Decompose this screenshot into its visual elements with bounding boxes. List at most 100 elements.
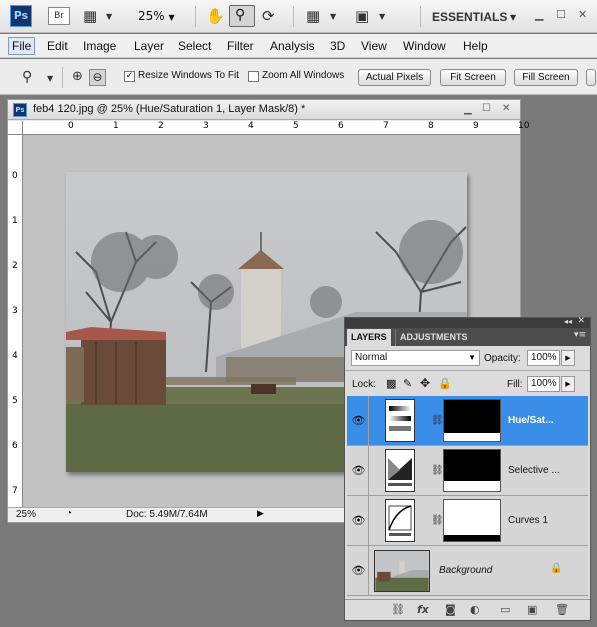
ruler-tick-label: 9 [473,121,479,131]
layer-row-background[interactable]: 👁 Background 🔒 [347,546,588,596]
workspace-switcher[interactable]: ESSENTIALS [432,10,507,24]
chevron-down-icon[interactable]: ▼ [510,13,516,22]
hue-saturation-adjustment-icon [385,399,415,442]
mask-link-icon[interactable]: ⛓ [431,465,444,476]
layer-name[interactable]: Curves 1 [508,515,548,526]
document-title: feb4 120.jpg @ 25% (Hue/Saturation 1, La… [33,103,306,115]
collapse-icon[interactable]: ◂◂ [564,317,572,326]
close-icon[interactable]: ✕ [578,8,587,21]
ruler-tick-label: 3 [12,306,18,316]
minimize-icon[interactable]: ▁ [464,104,472,115]
menu-image[interactable]: Image [83,39,116,53]
layer-style-icon[interactable]: fx [417,603,429,616]
visibility-eye-icon[interactable]: 👁 [349,446,369,495]
fill-input[interactable]: 100% [527,376,560,392]
fill-slider-arrow-icon[interactable]: ▶ [561,376,575,392]
options-bar: ⚲ ▼ ⊕ ⊖ ✓ Resize Windows To Fit Zoom All… [0,59,597,95]
ruler-tick-label: 5 [293,121,299,131]
visibility-eye-icon[interactable]: 👁 [349,496,369,545]
status-menu-icon[interactable]: ◔ [66,508,72,519]
menu-3d[interactable]: 3D [330,39,345,53]
menu-help[interactable]: Help [463,39,488,53]
arrange-documents-icon[interactable]: ▦ [306,7,320,25]
hand-tool-icon[interactable]: ✋ [206,7,225,25]
zoom-out-icon[interactable]: ⊖ [89,69,106,86]
new-layer-icon[interactable]: ▣ [527,603,537,616]
ruler-tick-label: 6 [12,441,18,451]
menu-view[interactable]: View [361,39,387,53]
rotate-view-icon[interactable]: ⟳ [262,7,275,25]
document-tab[interactable]: Ps feb4 120.jpg @ 25% (Hue/Saturation 1,… [8,100,520,120]
chevron-down-icon[interactable]: ▼ [47,74,53,83]
lock-all-icon[interactable]: 🔒 [438,377,452,390]
lock-position-icon[interactable]: ✥ [420,376,430,390]
zoom-tool-button[interactable]: ⚲ [229,5,255,27]
actual-pixels-button[interactable]: Actual Pixels [358,69,431,86]
link-layers-icon[interactable]: ⛓ [391,603,405,616]
chevron-down-icon[interactable]: ▼ [330,12,336,21]
resize-windows-label: Resize Windows To Fit [138,70,239,81]
layer-row-selective-color[interactable]: 👁 ⛓ Selective ... [347,446,588,496]
delete-layer-icon[interactable]: 🗑 [555,603,569,616]
layers-panel: ◂◂ ✕ LAYERS ADJUSTMENTS ▾≡ Normal ▼ Opaci… [344,316,591,621]
new-group-icon[interactable]: ▭ [500,603,510,616]
lock-transparency-icon[interactable]: ▩ [386,377,396,390]
layer-row-hue-saturation[interactable]: 👁 ⛓ Hue/Sat... [347,396,588,446]
visibility-eye-icon[interactable]: 👁 [349,396,369,445]
ruler-origin[interactable] [8,121,23,135]
zoom-level-dropdown[interactable]: 25% ▼ [138,9,175,23]
menu-filter[interactable]: Filter [227,39,254,53]
mask-link-icon[interactable]: ⛓ [431,515,444,526]
chevron-down-icon[interactable]: ▼ [379,12,385,21]
status-arrow-icon[interactable]: ▶ [257,508,264,519]
menu-edit[interactable]: Edit [47,39,68,53]
menu-analysis[interactable]: Analysis [270,39,315,53]
tab-adjustments[interactable]: ADJUSTMENTS [395,329,472,346]
panel-menu-icon[interactable]: ▾≡ [574,330,586,340]
menu-file[interactable]: File [8,37,36,55]
panel-tabs: LAYERS ADJUSTMENTS ▾≡ [345,328,590,346]
ruler-tick-label: 0 [12,171,18,181]
minimize-icon[interactable]: ▁ [535,8,543,21]
close-icon[interactable]: ✕ [577,316,585,326]
menu-select[interactable]: Select [178,39,211,53]
menu-layer[interactable]: Layer [134,39,164,53]
photoshop-logo: Ps [10,5,32,27]
visibility-eye-icon[interactable]: 👁 [349,546,369,595]
layer-mask-thumbnail[interactable] [443,399,501,442]
adjustment-layer-icon[interactable]: ◐ [470,603,480,616]
chevron-down-icon[interactable]: ▼ [106,12,112,21]
zoom-field[interactable]: 25% [16,509,36,520]
resize-windows-checkbox[interactable]: ✓ [124,71,135,82]
maximize-icon[interactable]: ☐ [556,8,566,21]
opacity-input[interactable]: 100% [527,350,560,366]
ruler-tick-label: 0 [68,121,74,131]
close-icon[interactable]: ✕ [502,103,510,114]
layer-name[interactable]: Hue/Sat... [508,415,554,426]
fill-screen-button[interactable]: Fill Screen [514,69,578,86]
tab-layers[interactable]: LAYERS [347,329,391,346]
layer-mask-thumbnail[interactable] [443,499,501,542]
print-size-button[interactable] [586,69,596,86]
vertical-ruler[interactable]: 0 1 2 3 4 5 6 7 [8,135,23,507]
maximize-icon[interactable]: ☐ [482,103,491,114]
layer-name[interactable]: Selective ... [508,465,560,476]
menu-window[interactable]: Window [403,39,446,53]
lock-image-icon[interactable]: ✎ [403,377,412,390]
zoom-all-windows-checkbox[interactable] [248,71,259,82]
mini-bridge-icon[interactable]: ▦ [83,7,97,25]
fit-screen-button[interactable]: Fit Screen [440,69,506,86]
layer-mask-thumbnail[interactable] [443,449,501,492]
add-mask-icon[interactable]: ◙ [445,603,456,616]
blend-mode-select[interactable]: Normal ▼ [351,350,480,366]
horizontal-ruler[interactable]: 0 1 2 3 4 5 6 7 8 9 10 [23,121,529,135]
zoom-in-icon[interactable]: ⊕ [72,68,83,86]
layer-name[interactable]: Background [439,565,492,576]
mask-link-icon[interactable]: ⛓ [431,415,444,426]
layer-row-curves[interactable]: 👁 ⛓ Curves 1 [347,496,588,546]
opacity-slider-arrow-icon[interactable]: ▶ [561,350,575,366]
screen-mode-icon[interactable]: ▣ [355,7,369,25]
zoom-tool-preset-icon[interactable]: ⚲ [22,68,32,86]
panel-header[interactable]: ◂◂ ✕ [345,316,590,328]
bridge-button[interactable]: Br [48,7,70,25]
